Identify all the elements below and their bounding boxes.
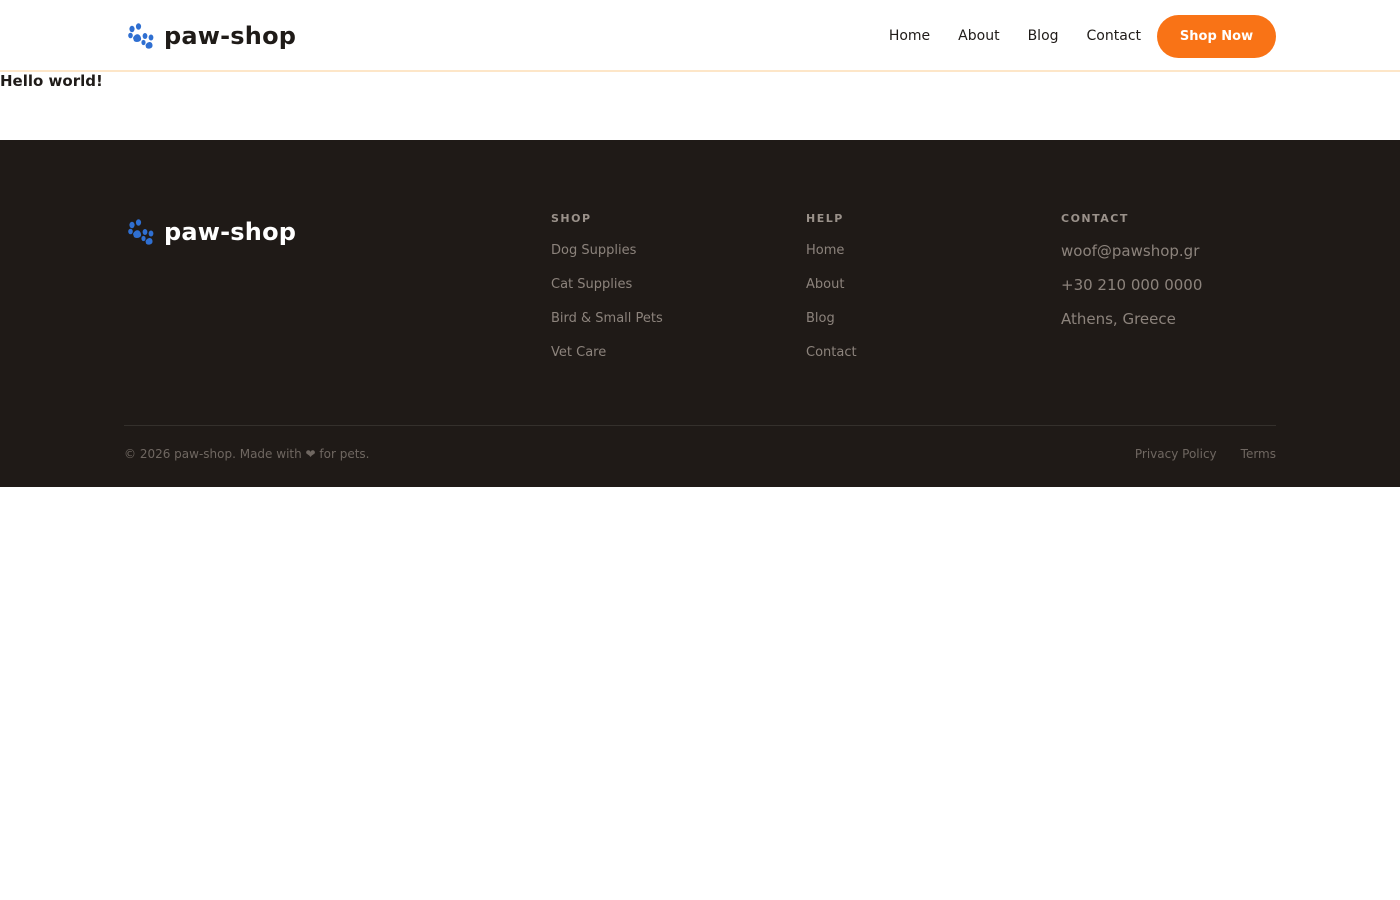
nav-blog[interactable]: Blog (1028, 28, 1059, 44)
brand-name: paw-shop (164, 22, 297, 50)
footer-link-blog[interactable]: Blog (806, 311, 835, 326)
footer-column-title: HELP (806, 212, 844, 225)
nav-home[interactable]: Home (889, 28, 930, 44)
footer-link-dog-supplies[interactable]: Dog Supplies (551, 243, 636, 258)
footer-column-contact: CONTACT woof@pawshop.gr +30 210 000 0000… (1061, 212, 1202, 343)
footer-column-shop: SHOP Dog Supplies Cat Supplies Bird & Sm… (551, 212, 663, 377)
footer-link-contact[interactable]: Contact (806, 345, 857, 360)
paw-icon (124, 216, 156, 248)
main-heading: Hello world! (0, 72, 103, 90)
footer-divider (124, 425, 1276, 426)
paw-icon (124, 20, 156, 52)
footer-link-cat-supplies[interactable]: Cat Supplies (551, 277, 632, 292)
site-footer: paw-shop SHOP Dog Supplies Cat Supplies … (0, 140, 1400, 487)
privacy-policy-link[interactable]: Privacy Policy (1135, 447, 1217, 461)
nav-about[interactable]: About (958, 28, 999, 44)
contact-phone[interactable]: +30 210 000 0000 (1061, 275, 1202, 309)
contact-email[interactable]: woof@pawshop.gr (1061, 241, 1202, 275)
footer-link-vet-care[interactable]: Vet Care (551, 345, 606, 360)
footer-brand-name: paw-shop (164, 218, 297, 246)
footer-link-home[interactable]: Home (806, 243, 844, 258)
terms-link[interactable]: Terms (1241, 447, 1276, 461)
legal-links: Privacy Policy Terms (1135, 447, 1276, 461)
footer-link-about[interactable]: About (806, 277, 844, 292)
footer-column-title: CONTACT (1061, 212, 1129, 225)
footer-brand-logo[interactable]: paw-shop (124, 216, 296, 248)
nav-contact[interactable]: Contact (1087, 28, 1141, 44)
shop-now-button[interactable]: Shop Now (1157, 14, 1276, 58)
footer-column-help: HELP Home About Blog Contact (806, 212, 857, 377)
brand-logo[interactable]: paw-shop (124, 18, 296, 54)
contact-location: Athens, Greece (1061, 310, 1176, 328)
footer-column-title: SHOP (551, 212, 592, 225)
footer-link-bird-small-pets[interactable]: Bird & Small Pets (551, 311, 663, 326)
site-header: paw-shop Home About Blog Contact Shop No… (0, 0, 1400, 72)
copyright-text: © 2026 paw-shop. Made with ❤ for pets. (124, 447, 370, 461)
main-nav: Home About Blog Contact Shop Now (889, 14, 1276, 58)
